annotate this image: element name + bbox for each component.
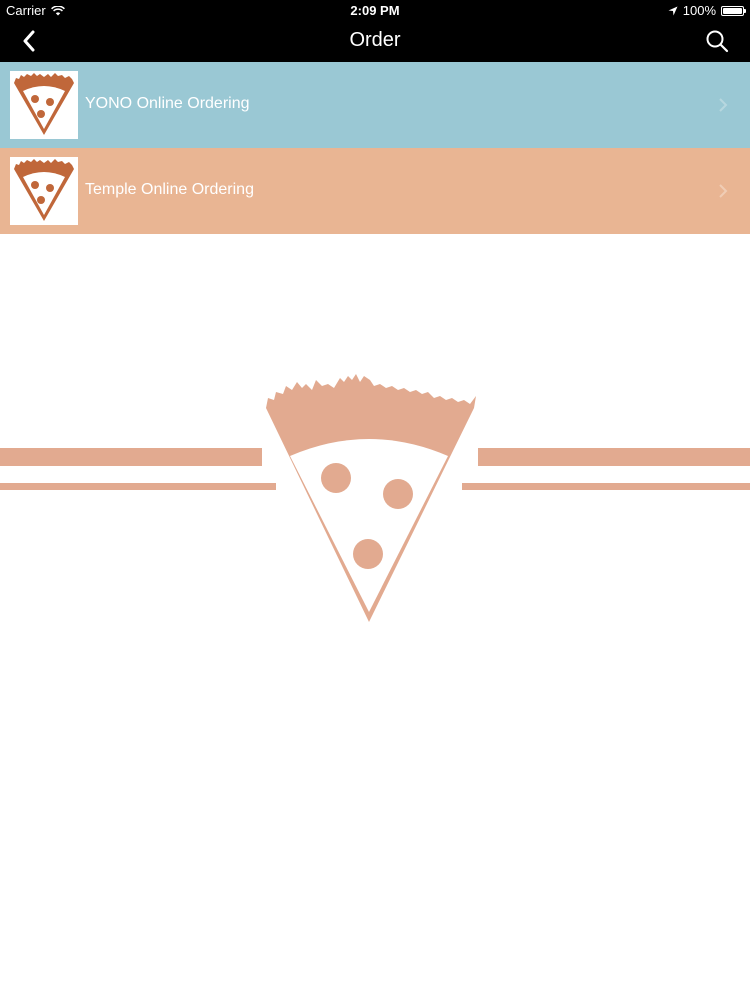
order-screen: Carrier 2:09 PM 100% Order YONO Online O… bbox=[0, 0, 750, 1000]
list-item-label: YONO Online Ordering bbox=[85, 95, 250, 112]
search-icon bbox=[706, 30, 729, 53]
chevron-right-icon bbox=[719, 98, 728, 112]
pizza-logo-icon bbox=[10, 157, 78, 225]
page-title: Order bbox=[349, 29, 401, 51]
battery-percent: 100% bbox=[682, 3, 716, 18]
right-stripe-bottom bbox=[462, 483, 750, 490]
battery-fill bbox=[723, 7, 742, 14]
status-time: 2:09 PM bbox=[350, 3, 400, 18]
left-stripe-bottom bbox=[0, 483, 276, 490]
left-stripe-top bbox=[0, 448, 262, 466]
location-arrow-icon bbox=[668, 6, 678, 15]
list-item-yono-online-ordering[interactable]: YONO Online Ordering bbox=[0, 62, 750, 148]
chevron-right-icon bbox=[719, 184, 728, 198]
pizza-hero-logo-icon bbox=[0, 374, 750, 622]
status-right: 100% bbox=[668, 3, 746, 18]
battery-icon bbox=[721, 5, 746, 16]
status-bar: Carrier 2:09 PM 100% bbox=[0, 0, 750, 20]
search-button[interactable] bbox=[702, 27, 732, 55]
pizza-logo-icon bbox=[10, 71, 78, 139]
navigation-bar: Order bbox=[0, 20, 750, 62]
list-item-temple-online-ordering[interactable]: Temple Online Ordering bbox=[0, 148, 750, 234]
list-item-label: Temple Online Ordering bbox=[85, 181, 254, 198]
right-stripe-top bbox=[478, 448, 750, 466]
